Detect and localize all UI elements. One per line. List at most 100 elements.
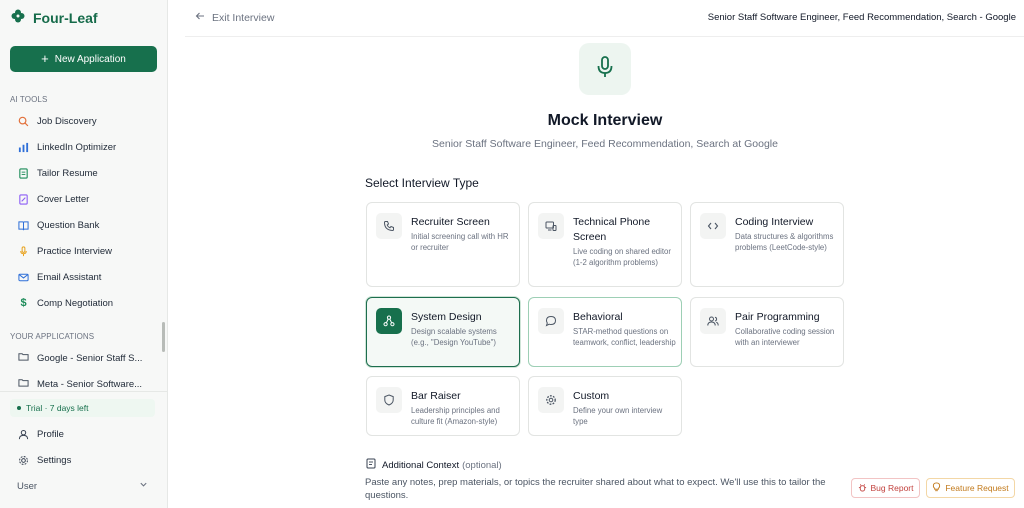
sidebar-item-profile[interactable]: Profile bbox=[10, 424, 160, 444]
trial-text: Trial · 7 days left bbox=[26, 403, 89, 413]
card-title: Behavioral bbox=[573, 311, 623, 323]
chevron-down-icon bbox=[139, 480, 148, 492]
new-application-label: New Application bbox=[54, 53, 126, 65]
plus-icon: + bbox=[41, 51, 49, 66]
card-title: Coding Interview bbox=[735, 216, 814, 228]
arrow-left-icon bbox=[195, 11, 205, 24]
page-title: Mock Interview bbox=[547, 112, 663, 129]
interview-type-bar-raiser[interactable]: Bar Raiser Leadership principles and cul… bbox=[366, 376, 520, 436]
sidebar-item-email-assistant[interactable]: Email Assistant bbox=[10, 267, 160, 287]
interview-type-behavioral[interactable]: Behavioral STAR-method questions on team… bbox=[528, 297, 682, 367]
card-title: Custom bbox=[573, 390, 610, 402]
sidebar-application-label: Google - Senior Staff S... bbox=[37, 352, 143, 364]
sidebar-item-comp-negotiation[interactable]: $ Comp Negotiation bbox=[10, 293, 160, 313]
microphone-icon bbox=[18, 245, 29, 257]
screen-share-icon bbox=[538, 213, 564, 239]
sidebar-scrollbar[interactable] bbox=[162, 322, 165, 352]
folder-icon bbox=[18, 377, 29, 391]
sidebar-item-label: Email Assistant bbox=[37, 271, 102, 283]
status-dot bbox=[17, 406, 21, 410]
card-title: Pair Programming bbox=[735, 311, 820, 323]
feature-request-label: Feature Request bbox=[945, 483, 1009, 493]
sidebar-item-practice-interview[interactable]: Practice Interview bbox=[10, 241, 160, 261]
card-description: Data structures & algorithms problems (L… bbox=[735, 232, 834, 252]
lightbulb-icon bbox=[932, 482, 941, 494]
trial-badge[interactable]: Trial · 7 days left bbox=[10, 399, 155, 417]
interview-type-system-design[interactable]: System Design Design scalable systems (e… bbox=[366, 297, 520, 367]
interview-type-custom[interactable]: Custom Define your own interview type bbox=[528, 376, 682, 436]
sidebar-item-label: Cover Letter bbox=[37, 193, 90, 205]
interview-type-recruiter-screen[interactable]: Recruiter Screen Initial screening call … bbox=[366, 202, 520, 287]
additional-context-label: Additional Context (optional) bbox=[366, 458, 502, 472]
sidebar-application-label: Meta - Senior Software... bbox=[37, 378, 143, 390]
new-application-button[interactable]: + New Application bbox=[10, 46, 157, 72]
file-edit-icon bbox=[18, 193, 29, 205]
sidebar-item-label: Profile bbox=[37, 428, 64, 440]
sidebar-item-label: Settings bbox=[37, 454, 72, 466]
book-icon bbox=[18, 220, 29, 231]
sidebar-item-label: Job Discovery bbox=[37, 115, 97, 127]
brand[interactable]: Four-Leaf bbox=[10, 9, 98, 27]
card-description: Design scalable systems (e.g., "Design Y… bbox=[411, 327, 497, 347]
bug-report-button[interactable]: Bug Report bbox=[851, 478, 920, 498]
card-title: Bar Raiser bbox=[411, 390, 461, 402]
microphone-icon bbox=[594, 55, 616, 84]
exit-interview-label: Exit Interview bbox=[212, 11, 275, 24]
gear-icon bbox=[538, 387, 564, 413]
bug-icon bbox=[858, 483, 867, 494]
four-leaf-logo-icon bbox=[10, 8, 26, 29]
your-applications-label: YOUR APPLICATIONS bbox=[10, 332, 95, 341]
exit-interview-button[interactable]: Exit Interview bbox=[195, 11, 274, 24]
interview-type-technical-phone-screen[interactable]: Technical Phone Screen Live coding on sh… bbox=[528, 202, 682, 287]
phone-icon bbox=[376, 213, 402, 239]
gear-icon bbox=[18, 455, 29, 466]
sidebar-item-job-discovery[interactable]: Job Discovery bbox=[10, 111, 160, 131]
sidebar-item-linkedin-optimizer[interactable]: LinkedIn Optimizer bbox=[10, 137, 160, 157]
chat-bubble-icon bbox=[538, 308, 564, 334]
card-description: STAR-method questions on teamwork, confl… bbox=[573, 327, 676, 347]
sidebar-item-question-bank[interactable]: Question Bank bbox=[10, 215, 160, 235]
user-icon bbox=[18, 429, 29, 440]
select-interview-type-label: Select Interview Type bbox=[365, 176, 479, 190]
sidebar: Four-Leaf + New Application AI TOOLS Job… bbox=[0, 0, 168, 508]
folder-icon bbox=[18, 351, 29, 365]
optional-tag: (optional) bbox=[462, 459, 502, 471]
feature-request-button[interactable]: Feature Request bbox=[926, 478, 1015, 498]
dollar-icon: $ bbox=[20, 297, 27, 309]
code-icon bbox=[700, 213, 726, 239]
sidebar-item-settings[interactable]: Settings bbox=[10, 450, 160, 470]
job-title-header: Senior Staff Software Engineer, Feed Rec… bbox=[707, 12, 1016, 23]
card-description: Collaborative coding session with an int… bbox=[735, 327, 835, 347]
mail-icon bbox=[18, 272, 29, 283]
network-icon bbox=[376, 308, 402, 334]
interview-type-coding-interview[interactable]: Coding Interview Data structures & algor… bbox=[690, 202, 844, 287]
document-icon bbox=[366, 458, 376, 472]
card-description: Leadership principles and culture fit (A… bbox=[411, 406, 500, 426]
card-title: System Design bbox=[411, 311, 482, 323]
user-label: User bbox=[17, 480, 38, 492]
sidebar-item-label: Tailor Resume bbox=[37, 167, 98, 179]
bug-report-label: Bug Report bbox=[870, 483, 914, 493]
card-description: Live coding on shared editor (1-2 algori… bbox=[573, 247, 671, 267]
card-title: Technical Phone Screen bbox=[573, 216, 651, 243]
card-title: Recruiter Screen bbox=[411, 216, 490, 228]
additional-context-help: Paste any notes, prep materials, or topi… bbox=[365, 477, 826, 501]
sidebar-item-cover-letter[interactable]: Cover Letter bbox=[10, 189, 160, 209]
document-icon bbox=[18, 167, 29, 179]
interview-type-pair-programming[interactable]: Pair Programming Collaborative coding se… bbox=[690, 297, 844, 367]
card-description: Define your own interview type bbox=[573, 406, 663, 426]
mic-tile bbox=[579, 43, 631, 95]
ai-tools-label: AI TOOLS bbox=[10, 95, 48, 104]
brand-name: Four-Leaf bbox=[33, 10, 98, 26]
users-icon bbox=[700, 308, 726, 334]
sidebar-item-label: Practice Interview bbox=[37, 245, 112, 257]
user-menu[interactable]: User bbox=[10, 477, 155, 495]
sidebar-item-tailor-resume[interactable]: Tailor Resume bbox=[10, 163, 160, 183]
header-divider bbox=[185, 36, 1024, 37]
sidebar-divider bbox=[0, 391, 168, 392]
card-description: Initial screening call with HR or recrui… bbox=[411, 232, 509, 252]
sidebar-application-google[interactable]: Google - Senior Staff S... bbox=[10, 348, 150, 368]
search-icon bbox=[18, 116, 29, 127]
chart-icon bbox=[18, 142, 29, 153]
shield-icon bbox=[376, 387, 402, 413]
